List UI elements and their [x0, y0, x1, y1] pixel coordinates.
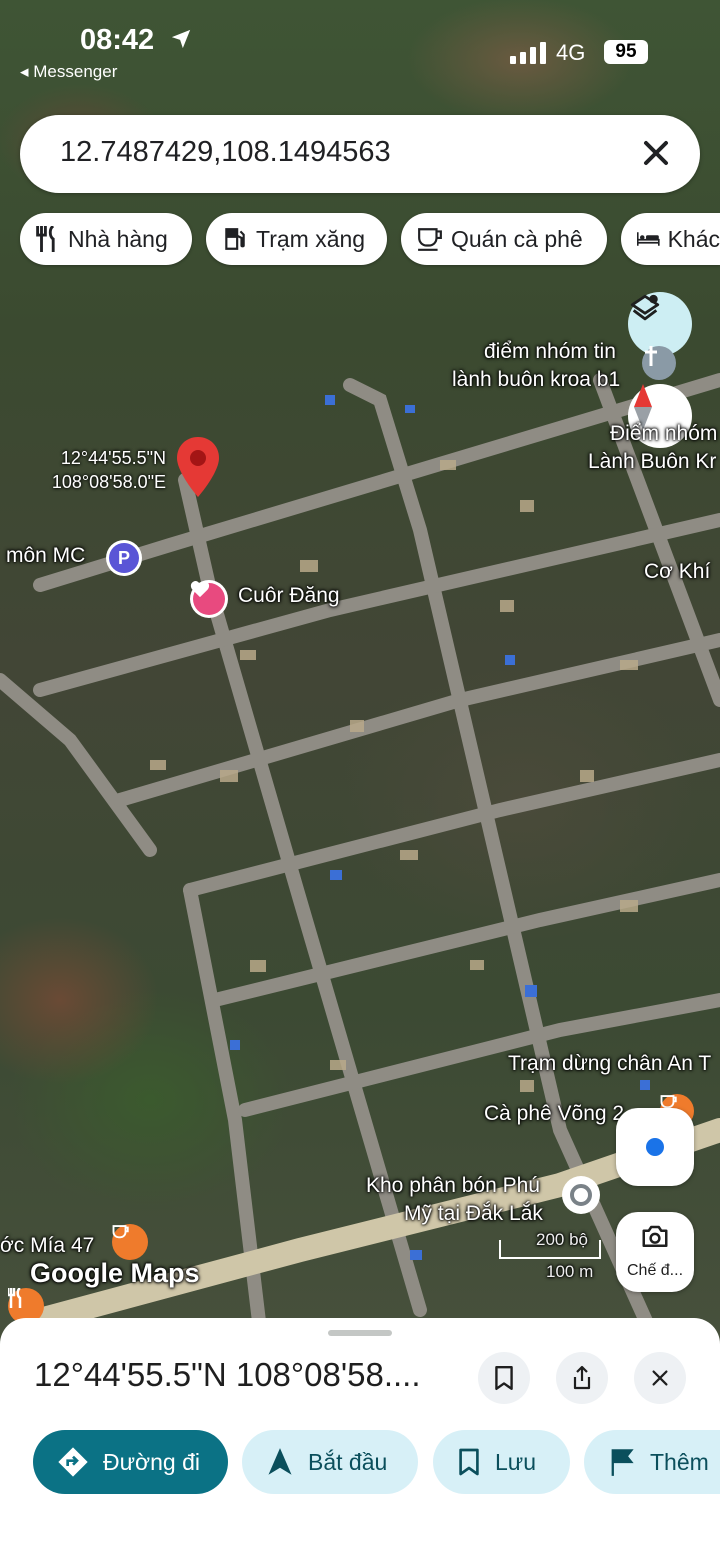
start-button[interactable]: Bắt đầu: [242, 1430, 418, 1494]
clear-search-icon[interactable]: [636, 133, 676, 173]
satellite-map[interactable]: 12°44'55.5"N 108°08'58.0"E điểm nhóm tin…: [0, 0, 720, 1340]
place-bottom-sheet[interactable]: 12°44'55.5"N 108°08'58.... Đường đi Bắt …: [0, 1318, 720, 1564]
layers-icon: [630, 294, 660, 321]
signal-icon: [510, 42, 546, 64]
close-sheet-button[interactable]: [634, 1352, 686, 1404]
camera-icon: [642, 1225, 668, 1247]
chip-label: Trạm xăng: [256, 225, 366, 252]
dropped-pin-coordinates: 12°44'55.5"N 108°08'58.0"E: [24, 446, 166, 494]
save-button[interactable]: Lưu: [433, 1430, 570, 1494]
scale-label-ft: 200 bộ: [536, 1230, 588, 1249]
sheet-drag-handle[interactable]: [328, 1330, 392, 1336]
camera-mode-button[interactable]: Chế đ...: [616, 1212, 694, 1292]
parking-icon[interactable]: P: [106, 540, 142, 576]
save-label: Lưu: [495, 1448, 536, 1475]
location-marker-icon[interactable]: [562, 1176, 600, 1214]
google-maps-logo: Google Maps: [30, 1258, 200, 1288]
poi-label-sugarcane: ớc Mía 47: [0, 1234, 95, 1257]
poi-label-church-1b: lành buôn kroa b1: [452, 368, 621, 391]
poi-label-church-2: Điểm nhóm: [610, 422, 718, 445]
gas-station-icon: [225, 228, 245, 250]
restaurant-icon: [36, 226, 55, 252]
my-location-button[interactable]: [616, 1108, 694, 1186]
chip-coffee[interactable]: Quán cà phê: [401, 213, 607, 265]
chip-label: Quán cà phê: [451, 225, 583, 252]
poi-label-church-2b: Lành Buôn Kr: [588, 450, 717, 473]
location-arrow-icon: [171, 29, 191, 49]
red-pin-icon[interactable]: [176, 437, 220, 499]
scale-label-m: 100 m: [546, 1262, 594, 1281]
place-title: 12°44'55.5"N 108°08'58....: [34, 1356, 421, 1393]
road-network: [0, 373, 720, 1337]
heart-icon[interactable]: [190, 580, 228, 618]
chip-label: Nhà hàng: [68, 225, 168, 252]
search-query[interactable]: 12.7487429,108.1494563: [60, 136, 391, 169]
poi-label-church-1: điểm nhóm tin: [484, 340, 616, 363]
bookmark-icon: [459, 1448, 479, 1476]
search-bar[interactable]: 12.7487429,108.1494563: [20, 115, 700, 193]
poi-label-favorite: Cuôr Đăng: [238, 584, 340, 607]
flag-icon: [611, 1449, 634, 1476]
chip-restaurants[interactable]: Nhà hàng: [20, 213, 192, 265]
save-bookmark-button[interactable]: [478, 1352, 530, 1404]
share-button[interactable]: [556, 1352, 608, 1404]
chip-label: Khác: [667, 225, 720, 252]
poi-label-rest-stop: Trạm dừng chân An T: [508, 1052, 712, 1075]
bookmark-icon: [495, 1365, 513, 1391]
directions-icon: [58, 1447, 88, 1477]
chip-gas-stations[interactable]: Trạm xăng: [206, 213, 387, 265]
poi-label-shop: Cơ Khí: [644, 560, 711, 583]
hotel-icon: [637, 232, 660, 246]
network-type: 4G: [556, 40, 586, 65]
directions-button[interactable]: Đường đi: [33, 1430, 228, 1494]
status-bar: 08:42 ◂ Messenger 4G 95: [0, 0, 720, 96]
church-icon[interactable]: [642, 346, 676, 380]
poi-label-fertilizer-b: Mỹ tại Đắk Lắk: [404, 1202, 543, 1225]
blue-dot-icon: [646, 1138, 664, 1156]
close-icon: [652, 1370, 668, 1386]
dropped-pin-lat: 12°44'55.5"N: [60, 448, 166, 468]
coffee-pin-icon[interactable]: [112, 1224, 148, 1260]
dropped-pin-lng: 108°08'58.0"E: [51, 472, 166, 492]
poi-label-parking: môn MC: [6, 544, 86, 567]
share-icon: [573, 1365, 591, 1390]
directions-label: Đường đi: [103, 1448, 200, 1475]
coffee-icon: [418, 228, 442, 251]
chip-hotels[interactable]: Khác: [621, 213, 720, 265]
poi-label-fertilizer: Kho phân bón Phú: [366, 1174, 540, 1197]
more-button[interactable]: Thêm: [584, 1430, 720, 1494]
road: [208, 873, 720, 1007]
start-label: Bắt đầu: [308, 1448, 388, 1475]
more-label: Thêm: [650, 1448, 709, 1475]
status-time: 08:42: [80, 24, 155, 56]
road: [0, 673, 157, 857]
back-to-messenger[interactable]: ◂ Messenger: [20, 62, 117, 82]
camera-mode-label: Chế đ...: [626, 1262, 684, 1279]
poi-label-cafe: Cà phê Võng 2: [484, 1102, 625, 1125]
navigation-arrow-icon: [268, 1448, 292, 1475]
battery-level: 95: [604, 40, 648, 64]
